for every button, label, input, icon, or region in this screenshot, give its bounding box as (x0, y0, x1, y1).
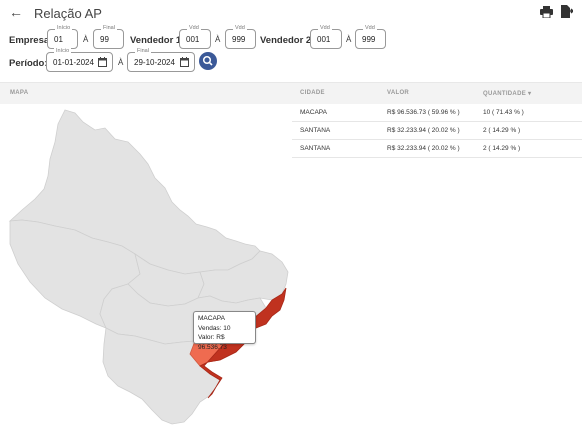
row-cidade: SANTANA (300, 145, 331, 152)
periodo-inicio-value: 01-01-2024 (53, 58, 94, 67)
map-tooltip: MACAPA Vendas: 10 Valor: R$ 96.536.73 (193, 311, 256, 351)
results-header-bar: MAPA CIDADE VALOR QUANTIDADE ▾ (0, 82, 582, 104)
empresa-final-value: 99 (100, 35, 109, 44)
empresa-separator: À (83, 35, 89, 44)
vendedor1-separator: À (215, 35, 221, 44)
cidade-column-header[interactable]: CIDADE (300, 90, 325, 96)
vendedor1-to-caption: Vdd (233, 25, 247, 32)
empresa-inicio-field[interactable]: Início 01 (47, 25, 78, 49)
amapa-map-svg (8, 109, 289, 425)
search-icon (202, 55, 213, 66)
vendedor2-to-field[interactable]: Vdd 999 (355, 25, 386, 49)
tooltip-vendas: Vendas: 10 (198, 324, 231, 332)
vendedor1-from-caption: Vdd (187, 25, 201, 32)
row-cidade: MACAPA (300, 109, 327, 116)
row-quantidade: 10 ( 71.43 % ) (483, 109, 524, 116)
state-map (0, 104, 292, 433)
vendedor1-to-value: 999 (232, 35, 246, 44)
row-valor: R$ 32.233.94 ( 20.02 % ) (387, 145, 460, 152)
quantidade-column-header[interactable]: QUANTIDADE ▾ (483, 90, 531, 97)
vendedor1-from-value: 001 (186, 35, 200, 44)
valor-column-header[interactable]: VALOR (387, 90, 409, 96)
row-cidade: SANTANA (300, 127, 331, 134)
table-row[interactable]: MACAPA R$ 96.536.73 ( 59.96 % ) 10 ( 71.… (292, 104, 582, 122)
tooltip-city: MACAPA (198, 315, 225, 322)
filter-row-periodo: Período: Início 01-01-2024 À Final 29-10… (0, 48, 300, 76)
mapa-column-header: MAPA (10, 90, 29, 96)
empresa-inicio-caption: Início (55, 25, 73, 32)
calendar-icon[interactable] (180, 57, 189, 67)
table-row[interactable]: SANTANA R$ 32.233.94 ( 20.02 % ) 2 ( 14.… (292, 122, 582, 140)
page-title: Relação AP (34, 6, 102, 21)
row-quantidade: 2 ( 14.29 % ) (483, 127, 521, 134)
vendedor2-from-value: 001 (317, 35, 331, 44)
vendedor1-from-field[interactable]: Vdd 001 (179, 25, 211, 49)
results-table: MACAPA R$ 96.536.73 ( 59.96 % ) 10 ( 71.… (292, 104, 582, 158)
export-file-icon[interactable] (560, 5, 573, 18)
vendedor2-label: Vendedor 2: (260, 35, 315, 46)
row-valor: R$ 96.536.73 ( 59.96 % ) (387, 109, 460, 116)
periodo-inicio-field[interactable]: Início 01-01-2024 (46, 48, 113, 72)
back-arrow-icon[interactable]: ← (9, 4, 23, 20)
periodo-separator: À (118, 58, 124, 67)
empresa-label: Empresa: (9, 35, 53, 46)
vendedor2-to-caption: Vdd (363, 25, 377, 32)
periodo-final-value: 29-10-2024 (134, 58, 175, 67)
row-quantidade: 2 ( 14.29 % ) (483, 145, 521, 152)
vendedor2-from-caption: Vdd (318, 25, 332, 32)
periodo-inicio-caption: Início (54, 48, 72, 55)
vendedor2-to-value: 999 (362, 35, 376, 44)
periodo-label: Período: (9, 58, 48, 69)
row-valor: R$ 32.233.94 ( 20.02 % ) (387, 127, 460, 134)
empresa-final-field[interactable]: Final 99 (93, 25, 124, 49)
vendedor1-label: Vendedor 1: (130, 35, 185, 46)
vendedor1-to-field[interactable]: Vdd 999 (225, 25, 256, 49)
search-button[interactable] (199, 52, 217, 70)
periodo-final-field[interactable]: Final 29-10-2024 (127, 48, 195, 72)
print-icon[interactable] (540, 6, 553, 18)
periodo-final-caption: Final (135, 48, 151, 55)
app-header: ← Relação AP (0, 0, 582, 26)
empresa-final-caption: Final (101, 25, 117, 32)
vendedor2-separator: À (346, 35, 352, 44)
empresa-inicio-value: 01 (54, 35, 63, 44)
vendedor2-from-field[interactable]: Vdd 001 (310, 25, 342, 49)
tooltip-valor: Valor: R$ 96.536.73 (198, 334, 227, 351)
table-row[interactable]: SANTANA R$ 32.233.94 ( 20.02 % ) 2 ( 14.… (292, 140, 582, 158)
calendar-icon[interactable] (98, 57, 107, 67)
